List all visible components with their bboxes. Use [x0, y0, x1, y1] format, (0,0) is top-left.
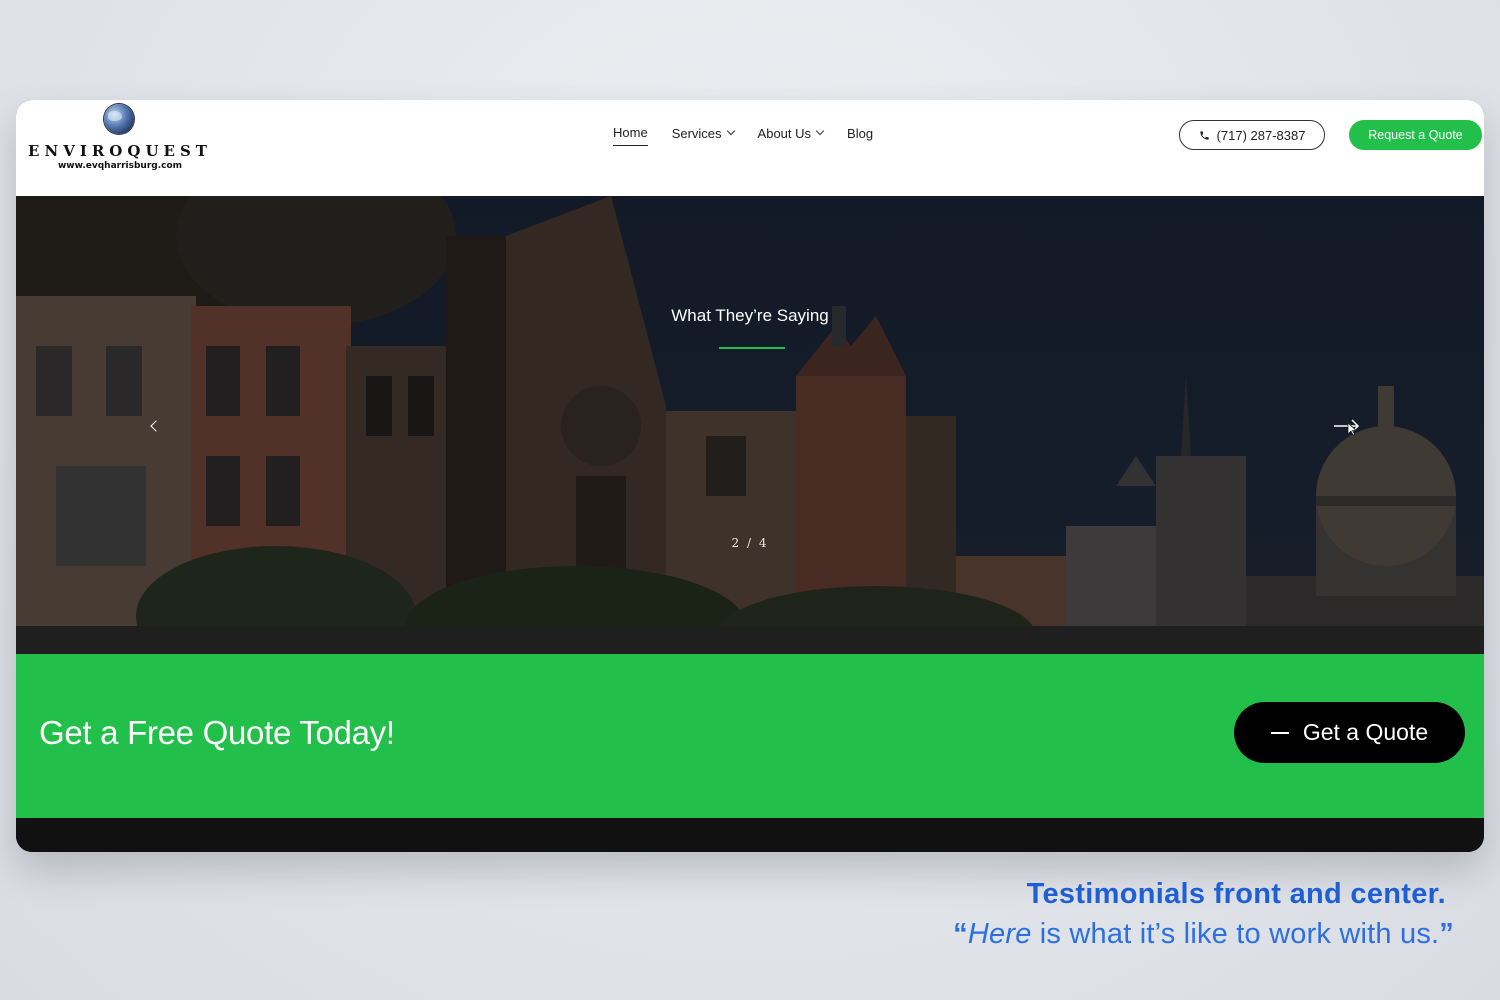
chevron-left-icon: [150, 420, 162, 432]
caption-emphasis: Here: [967, 918, 1032, 950]
phone-icon: [1199, 130, 1210, 141]
main-nav: Home Services About Us Blog: [613, 125, 873, 146]
nav-home[interactable]: Home: [613, 125, 648, 146]
testimonials-hero: What They’re Saying 2 / 4: [16, 196, 1484, 654]
slider-prev-button[interactable]: [146, 408, 166, 444]
globe-icon: [104, 104, 134, 134]
logo-url: www.evqharrisburg.com: [57, 161, 183, 171]
slider-next-button[interactable]: [1332, 414, 1362, 438]
nav-blog-label: Blog: [847, 125, 874, 141]
open-quote: “: [953, 918, 968, 950]
footer-strip: [16, 818, 1484, 852]
phone-number: (717) 287-8387: [1216, 127, 1306, 143]
request-quote-button[interactable]: Request a Quote: [1349, 120, 1482, 150]
nav-about-us[interactable]: About Us: [757, 125, 825, 146]
hero-dark-overlay: [16, 196, 1484, 654]
site-header: ENVIROQUEST www.evqharrisburg.com Home S…: [16, 100, 1484, 196]
testimonials-heading: What They’re Saying: [671, 306, 829, 325]
nav-home-label: Home: [613, 125, 648, 140]
nav-services-label: Services: [671, 125, 722, 141]
arrow-right-icon: [1334, 419, 1360, 436]
get-quote-button[interactable]: Get a Quote: [1234, 702, 1465, 763]
slider-pagination: 2 / 4: [731, 536, 769, 550]
nav-services[interactable]: Services: [671, 125, 735, 146]
logo-wordmark: ENVIROQUEST: [28, 142, 212, 160]
caption-headline: Testimonials front and center.: [1026, 878, 1446, 910]
nav-blog[interactable]: Blog: [847, 126, 873, 146]
chevron-down-icon: [726, 126, 735, 136]
close-quote: ”: [1439, 918, 1454, 950]
nav-about-label: About Us: [757, 125, 812, 141]
phone-button[interactable]: (717) 287-8387: [1179, 120, 1325, 150]
heading-accent-line: [719, 347, 785, 349]
cta-heading: Get a Free Quote Today!: [39, 714, 395, 751]
caption-rest: is what it’s like to work with us.: [1031, 918, 1440, 950]
chevron-down-icon: [815, 126, 825, 136]
get-quote-label: Get a Quote: [1302, 719, 1429, 745]
dash-icon: [1270, 731, 1289, 734]
browser-frame: ENVIROQUEST www.evqharrisburg.com Home S…: [16, 100, 1484, 852]
site-logo[interactable]: ENVIROQUEST www.evqharrisburg.com: [22, 104, 218, 174]
caption-subline: “Here is what it’s like to work with us.…: [953, 918, 1454, 951]
quote-cta-band: Get a Free Quote Today! Get a Quote: [16, 654, 1484, 818]
